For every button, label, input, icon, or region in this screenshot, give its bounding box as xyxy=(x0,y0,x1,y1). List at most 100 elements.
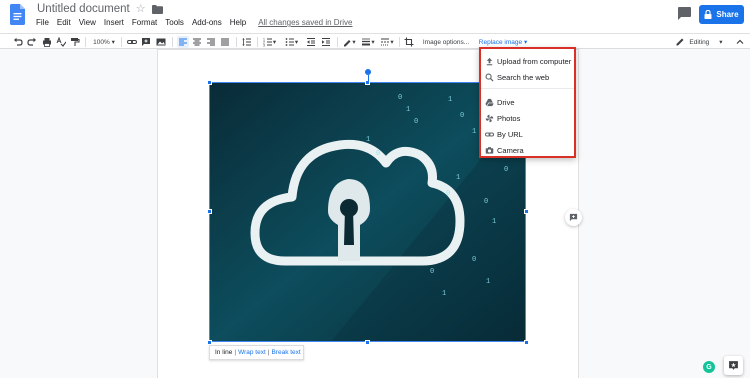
svg-text:1: 1 xyxy=(486,278,490,286)
bulleted-list-icon[interactable]: ▾ xyxy=(283,36,300,48)
wrap-text-option[interactable]: Wrap text xyxy=(238,349,266,356)
add-comment-icon xyxy=(569,213,578,222)
add-comment-button[interactable] xyxy=(565,209,582,226)
svg-text:0: 0 xyxy=(376,150,380,158)
svg-text:1: 1 xyxy=(472,128,476,136)
wrap-inline-option[interactable]: In line xyxy=(215,349,232,356)
svg-text:0: 0 xyxy=(484,198,488,206)
grammarly-badge[interactable]: G xyxy=(703,361,715,373)
svg-text:1: 1 xyxy=(448,96,452,104)
chevron-down-icon: ▾ xyxy=(390,39,394,46)
explore-button[interactable] xyxy=(724,356,743,375)
menu-add-ons[interactable]: Add-ons xyxy=(192,18,222,27)
menu-camera[interactable]: Camera xyxy=(481,143,574,157)
menu-by-url[interactable]: By URL xyxy=(481,127,574,141)
toolbar-divider xyxy=(172,37,173,47)
resize-handle-right[interactable] xyxy=(523,209,529,214)
wrap-separator: | xyxy=(267,349,270,356)
menu-upload-from-computer[interactable]: Upload from computer xyxy=(481,54,574,68)
menu-item-label: Photos xyxy=(497,113,521,123)
svg-text:1: 1 xyxy=(406,106,410,114)
comments-icon[interactable] xyxy=(677,7,691,20)
toolbar-divider xyxy=(85,37,86,47)
spellcheck-icon[interactable] xyxy=(55,36,67,48)
resize-handle-bottom[interactable] xyxy=(365,339,370,345)
menu-help[interactable]: Help xyxy=(230,18,246,27)
image-options-button[interactable]: Image options... xyxy=(420,36,472,48)
insert-image-icon[interactable] xyxy=(154,36,168,48)
decrease-indent-icon[interactable] xyxy=(305,36,317,48)
editing-mode-select[interactable]: Editing ▾ xyxy=(668,36,730,48)
toolbar-divider xyxy=(399,37,400,47)
zoom-select[interactable]: 100% ▾ xyxy=(91,36,117,48)
crop-icon[interactable] xyxy=(403,36,415,48)
resize-handle-bottom-left[interactable] xyxy=(206,339,212,345)
break-text-option[interactable]: Break text xyxy=(271,349,300,356)
chevron-down-icon: ▾ xyxy=(522,39,528,46)
chevron-down-icon: ▾ xyxy=(272,39,277,46)
resize-handle-top-left[interactable] xyxy=(206,79,212,85)
line-spacing-icon[interactable] xyxy=(241,36,253,48)
formatting-toolbar: 100% ▾ 1 2 3 ▾ ▾ ▾ ▾ ▾ Image options... Rep… xyxy=(0,33,750,49)
folder-icon[interactable] xyxy=(151,4,163,14)
document-title[interactable]: Untitled document xyxy=(37,3,130,15)
border-dash-icon[interactable]: ▾ xyxy=(379,36,395,48)
menu-drive[interactable]: Drive xyxy=(481,95,574,109)
save-status[interactable]: All changes saved in Drive xyxy=(258,18,352,27)
add-comment-icon[interactable] xyxy=(140,36,152,48)
lock-icon xyxy=(704,10,712,19)
svg-text:0: 0 xyxy=(446,190,450,198)
chevron-down-icon: ▾ xyxy=(352,39,356,46)
svg-text:0: 0 xyxy=(504,166,508,174)
svg-text:0: 0 xyxy=(414,118,418,126)
menu-file[interactable]: File xyxy=(36,18,49,27)
justify-icon[interactable] xyxy=(219,36,231,48)
menu-format[interactable]: Format xyxy=(132,18,157,27)
menu-search-the-web[interactable]: Search the web xyxy=(481,70,574,84)
menu-item-label: By URL xyxy=(497,129,523,139)
menu-tools[interactable]: Tools xyxy=(165,18,184,27)
increase-indent-icon[interactable] xyxy=(320,36,332,48)
share-label: Share xyxy=(716,10,739,19)
image-wrap-options: In line | Wrap text | Break text xyxy=(209,345,304,360)
border-weight-icon[interactable]: ▾ xyxy=(360,36,376,48)
drive-icon xyxy=(485,98,494,106)
undo-icon[interactable] xyxy=(12,36,24,48)
print-icon[interactable] xyxy=(41,36,53,48)
docs-logo-icon[interactable] xyxy=(10,4,25,25)
explore-icon xyxy=(729,361,738,370)
menu-edit[interactable]: Edit xyxy=(57,18,71,27)
chevron-down-icon: ▾ xyxy=(109,39,115,46)
align-left-icon[interactable] xyxy=(177,36,189,48)
image-options-label: Image options... xyxy=(422,38,470,46)
resize-handle-left[interactable] xyxy=(206,209,212,214)
toolbar-divider xyxy=(337,37,338,47)
pencil-icon xyxy=(676,38,684,46)
search-icon xyxy=(485,73,494,82)
svg-text:3: 3 xyxy=(263,44,265,48)
chevron-down-icon: ▾ xyxy=(719,39,723,46)
paint-format-icon[interactable] xyxy=(69,36,81,48)
resize-handle-bottom-right[interactable] xyxy=(523,339,529,345)
rotate-handle-stem xyxy=(367,75,369,82)
chevron-up-icon[interactable] xyxy=(735,36,745,48)
menu-insert[interactable]: Insert xyxy=(104,18,124,27)
wrap-separator: | xyxy=(234,349,237,356)
redo-icon[interactable] xyxy=(26,36,38,48)
zoom-value: 100% xyxy=(93,38,110,46)
menu-item-label: Search the web xyxy=(497,72,550,82)
border-color-icon[interactable]: ▾ xyxy=(341,36,357,48)
align-right-icon[interactable] xyxy=(205,36,217,48)
star-icon[interactable]: ☆ xyxy=(136,3,146,15)
toolbar-divider xyxy=(121,37,122,47)
link-icon[interactable] xyxy=(126,36,138,48)
share-button[interactable]: Share xyxy=(699,5,744,24)
menu-photos[interactable]: Photos xyxy=(481,111,574,125)
numbered-list-icon[interactable]: 1 2 3 ▾ xyxy=(261,36,278,48)
photos-icon xyxy=(485,114,494,122)
menu-view[interactable]: View xyxy=(79,18,96,27)
align-center-icon[interactable] xyxy=(191,36,203,48)
app-header: Untitled document ☆ File Edit View Inser… xyxy=(0,0,750,33)
rotate-handle[interactable] xyxy=(365,69,371,75)
upload-icon xyxy=(486,57,493,65)
